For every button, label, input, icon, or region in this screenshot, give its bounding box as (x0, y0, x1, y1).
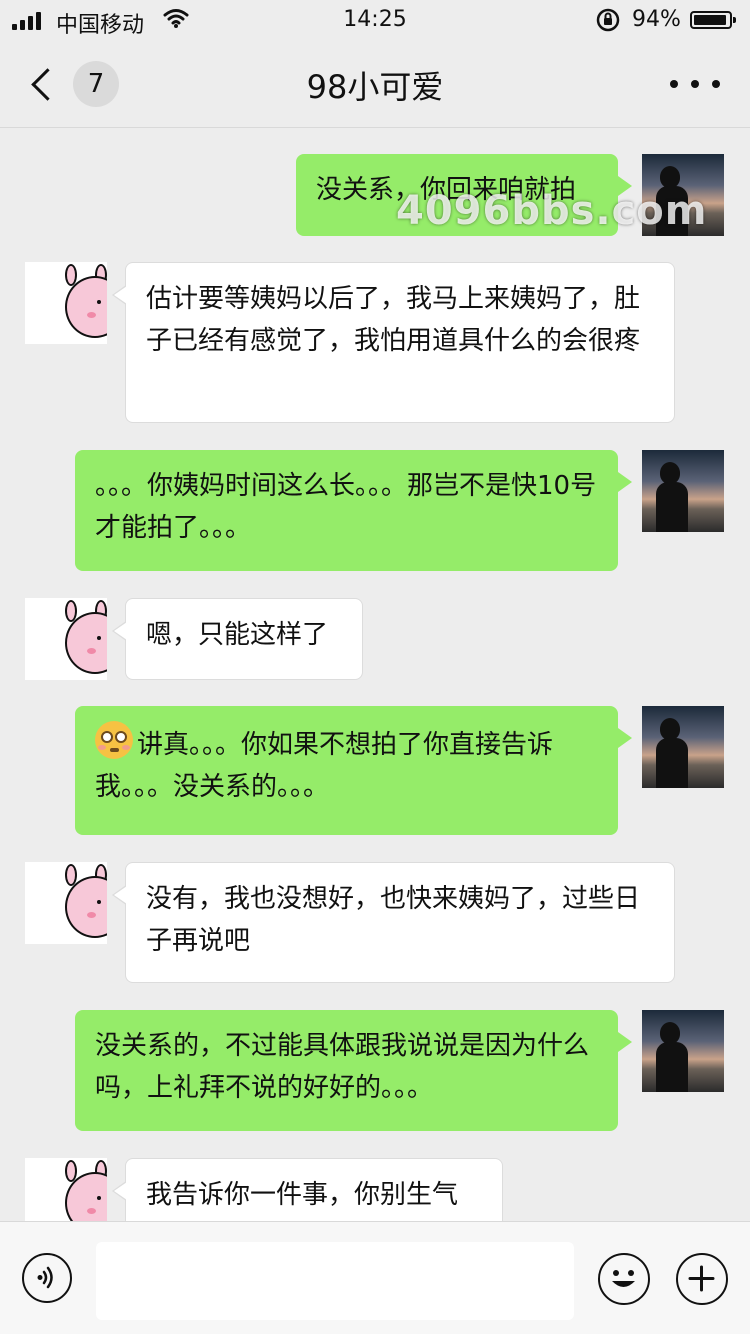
message-bubble-received[interactable]: 我告诉你一件事，你别生气 (112, 1158, 503, 1221)
message-bubble-sent[interactable]: 没关系的，不过能具体跟我说说是因为什么吗，上礼拜不说的好好的。。。 (75, 1010, 632, 1131)
more-options-button[interactable] (670, 70, 720, 98)
add-button[interactable] (676, 1253, 728, 1305)
my-avatar[interactable] (642, 1010, 724, 1092)
status-bar: 中国移动 14:25 94% (0, 0, 750, 40)
dot-icon (712, 80, 720, 88)
dot-icon (691, 80, 699, 88)
my-avatar[interactable] (642, 706, 724, 788)
battery-percent: 94% (632, 7, 681, 32)
voice-icon (37, 1266, 53, 1289)
contact-avatar[interactable] (25, 262, 107, 344)
contact-avatar[interactable] (25, 1158, 107, 1221)
watermark: 4096bbs.com (396, 188, 708, 234)
emoji-icon (612, 1270, 635, 1287)
message-bubble-received[interactable]: 估计要等姨妈以后了，我马上来姨妈了，肚子已经有感觉了，我怕用道具什么的会很疼 (112, 262, 675, 423)
input-bar (0, 1221, 750, 1334)
message-bubble-received[interactable]: 没有，我也没想好，也快来姨妈了，过些日子再说吧 (112, 862, 675, 983)
chat-title: 98小可爱 (306, 68, 444, 106)
message-input[interactable] (96, 1242, 574, 1320)
battery-icon (690, 11, 736, 29)
message-bubble-sent[interactable]: 。。。你姨妈时间这么长。。。那岂不是快10号才能拍了。。。 (75, 450, 632, 571)
dot-icon (670, 80, 678, 88)
message-bubble-sent[interactable]: 讲真。。。你如果不想拍了你直接告诉我。。。没关系的。。。 (75, 706, 632, 835)
message-text: 讲真。。。你如果不想拍了你直接告诉我。。。没关系的。。。 (95, 730, 554, 802)
rotation-lock-icon (596, 8, 620, 38)
voice-button[interactable] (22, 1253, 72, 1303)
message-list[interactable]: 没关系，你回来咱就拍 估计要等姨妈以后了，我马上来姨妈了，肚子已经有感觉了，我怕… (0, 128, 750, 1221)
flushed-face-icon (95, 721, 133, 759)
contact-avatar[interactable] (25, 862, 107, 944)
message-bubble-received[interactable]: 嗯，只能这样了 (112, 598, 363, 680)
nav-bar: 7 98小可爱 (0, 40, 750, 128)
contact-avatar[interactable] (25, 598, 107, 680)
plus-icon (688, 1265, 715, 1292)
my-avatar[interactable] (642, 450, 724, 532)
emoji-button[interactable] (598, 1253, 650, 1305)
battery-fill (694, 15, 726, 25)
